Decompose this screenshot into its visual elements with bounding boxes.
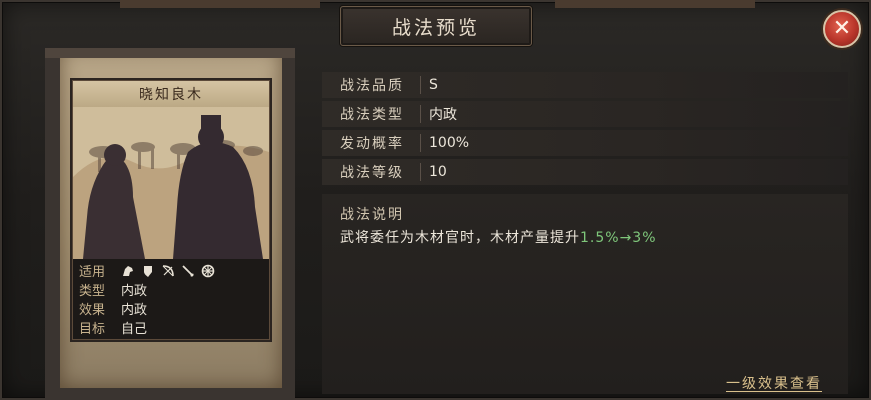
scroll-rod [45, 48, 295, 58]
description-prefix: 武将委任为木材官时，木材产量提升 [340, 230, 580, 246]
info-label: 目标 [79, 322, 106, 337]
top-ornament-left [120, 0, 320, 8]
info-label: 类型 [79, 284, 106, 299]
attr-row-level: 战法等级 10 [322, 159, 848, 185]
cavalry-icon [123, 265, 133, 276]
description-box: 战法说明 武将委任为木材官时，木材产量提升1.5%→3% [322, 194, 848, 394]
attr-divider [420, 76, 421, 94]
attr-divider [420, 105, 421, 123]
attr-value: 10 [429, 164, 447, 180]
info-row-applicable: 适用 [73, 261, 269, 280]
attr-value: 100% [429, 135, 470, 151]
attr-divider [420, 163, 421, 181]
card-info: 适用 类型 内政 效果 内政 目标 自己 [73, 259, 269, 339]
info-label: 效果 [79, 303, 106, 318]
attr-label: 战法品质 [340, 78, 404, 94]
info-value: 内政 [121, 284, 148, 299]
attr-row-type: 战法类型 内政 [322, 101, 848, 127]
attr-label: 战法等级 [340, 165, 404, 181]
attr-divider [420, 134, 421, 152]
attr-row-probability: 发动概率 100% [322, 130, 848, 156]
unit-icons [121, 264, 215, 278]
info-row-type: 类型 内政 [73, 280, 269, 299]
info-value: 内政 [121, 303, 148, 318]
attr-row-quality: 战法品质 S [322, 72, 848, 98]
silhouette-art [73, 107, 269, 259]
info-row-effect: 效果 内政 [73, 299, 269, 318]
description-text: 武将委任为木材官时，木材产量提升1.5%→3% [340, 227, 657, 247]
shield-icon [144, 265, 152, 277]
top-ornament-right [555, 0, 755, 8]
attr-value: S [429, 77, 438, 93]
info-value: 自己 [121, 322, 148, 337]
close-button[interactable]: ✕ [823, 10, 861, 48]
bow-icon [162, 264, 174, 276]
info-row-target: 目标 自己 [73, 318, 269, 337]
detail-panel: 战法品质 S 战法类型 内政 发动概率 100% 战法等级 10 战法说明 武将… [322, 66, 848, 400]
wheel-icon [201, 264, 215, 277]
attr-value: 内政 [429, 107, 457, 123]
window-title: 战法预览 [391, 16, 480, 39]
attr-label: 战法类型 [340, 107, 404, 123]
title-plate: 战法预览 [340, 6, 532, 46]
skill-card: 晓知良木 适用 类型 内政 效果 内政 目标 自己 [72, 80, 270, 340]
skill-name: 晓知良木 [139, 87, 203, 103]
description-title: 战法说明 [340, 207, 404, 223]
spear-icon [182, 264, 194, 277]
card-title-bar: 晓知良木 [73, 81, 269, 107]
card-artwork [73, 107, 269, 259]
description-highlight: 1.5%→3% [580, 230, 657, 246]
view-level1-effect-link[interactable]: 一级效果查看 [726, 373, 822, 393]
close-icon: ✕ [832, 16, 852, 41]
attr-label: 发动概率 [340, 136, 404, 152]
info-label: 适用 [79, 265, 106, 280]
